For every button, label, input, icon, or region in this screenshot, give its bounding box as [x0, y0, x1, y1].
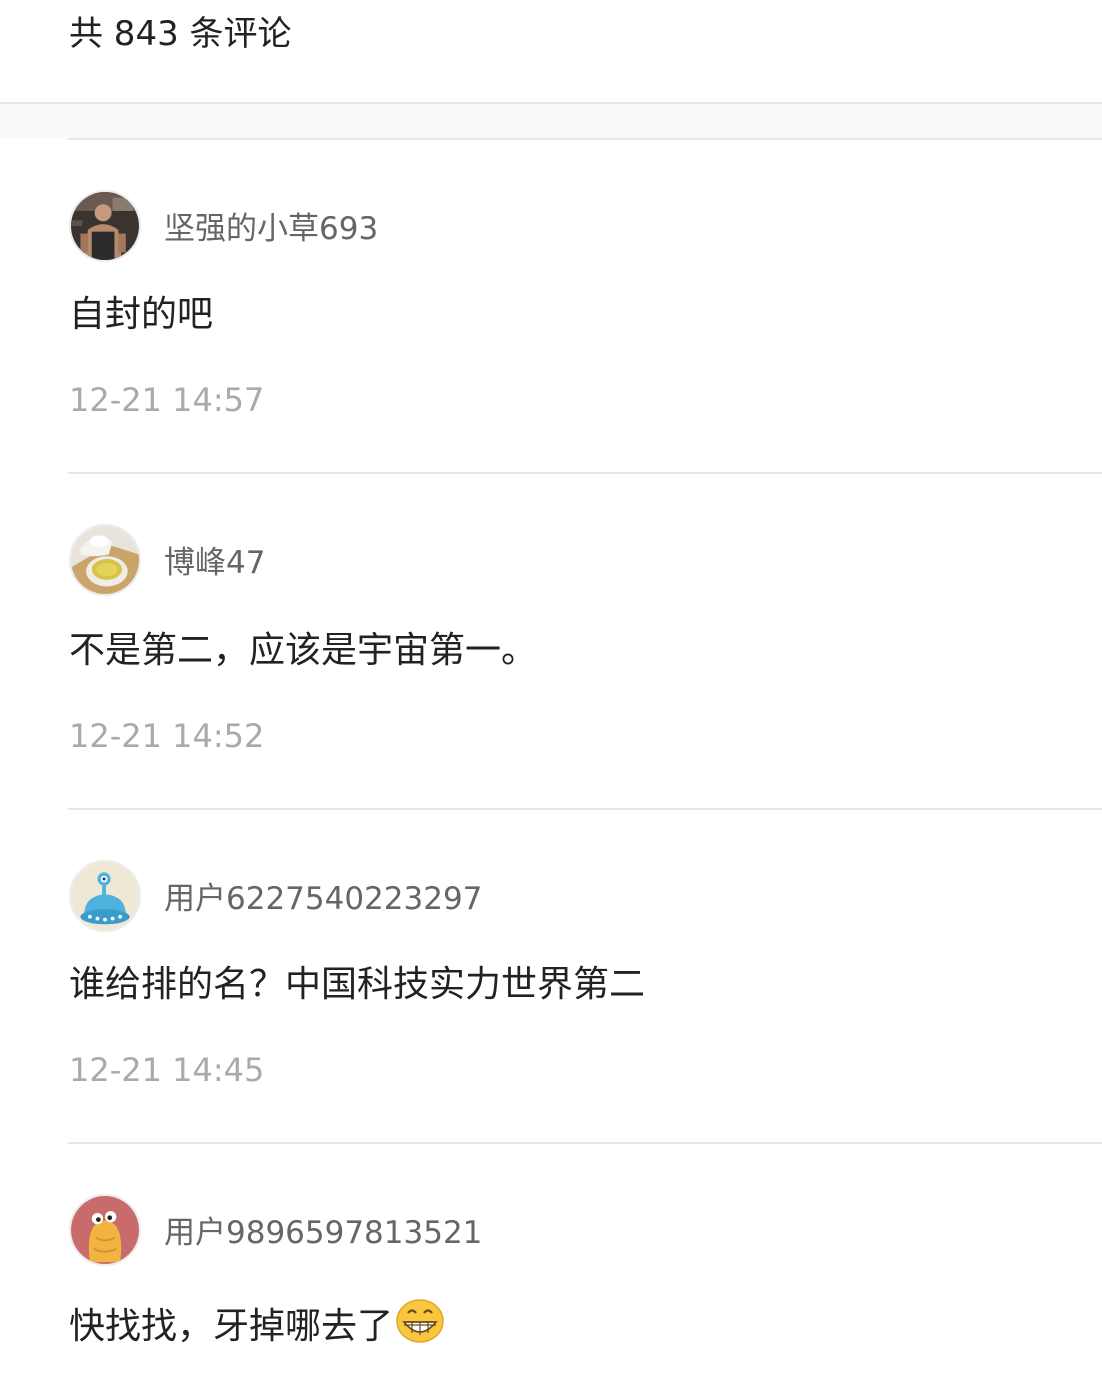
grinning-face-emoji-icon: [395, 1298, 445, 1344]
username[interactable]: 用户6227540223297: [164, 879, 482, 919]
gym-photo-avatar-icon[interactable]: [69, 190, 141, 262]
username[interactable]: 用户9896597813521: [164, 1213, 482, 1253]
blue-alien-avatar-icon[interactable]: [69, 860, 141, 932]
comment-text: 谁给排的名？中国科技实力世界第二: [69, 964, 646, 1005]
username[interactable]: 坚强的小草693: [164, 209, 378, 249]
divider: [68, 138, 1102, 140]
tea-cup-avatar-icon[interactable]: [69, 524, 141, 596]
section-gap: [0, 104, 1102, 138]
comment-text: 快找找，牙掉哪去了: [69, 1306, 394, 1347]
comments-header: 共 843 条评论: [0, 0, 1102, 104]
comment-time: 12-21 14:57: [69, 381, 265, 419]
comment-text: 自封的吧: [69, 294, 214, 335]
comment-text-row: 快找找，牙掉哪去了: [69, 1298, 445, 1350]
username[interactable]: 博峰47: [164, 543, 265, 583]
comment-item: 博峰47 不是第二，应该是宇宙第一。 12-21 14:52: [0, 472, 1102, 808]
yellow-monster-avatar-icon[interactable]: [69, 1194, 141, 1266]
comment-time: 12-21 14:52: [69, 717, 265, 755]
divider: [68, 808, 1102, 810]
comment-count-title: 共 843 条评论: [69, 14, 292, 54]
comment-item: 用户6227540223297 谁给排的名？中国科技实力世界第二 12-21 1…: [0, 808, 1102, 1143]
comment-time: 12-21 14:45: [69, 1051, 265, 1089]
comment-item: 坚强的小草693 自封的吧 12-21 14:57: [0, 138, 1102, 473]
divider: [68, 472, 1102, 474]
comment-text: 不是第二，应该是宇宙第一。: [69, 630, 538, 671]
divider: [68, 1142, 1102, 1144]
comment-item: 用户9896597813521 快找找，牙掉哪去了: [0, 1142, 1102, 1400]
